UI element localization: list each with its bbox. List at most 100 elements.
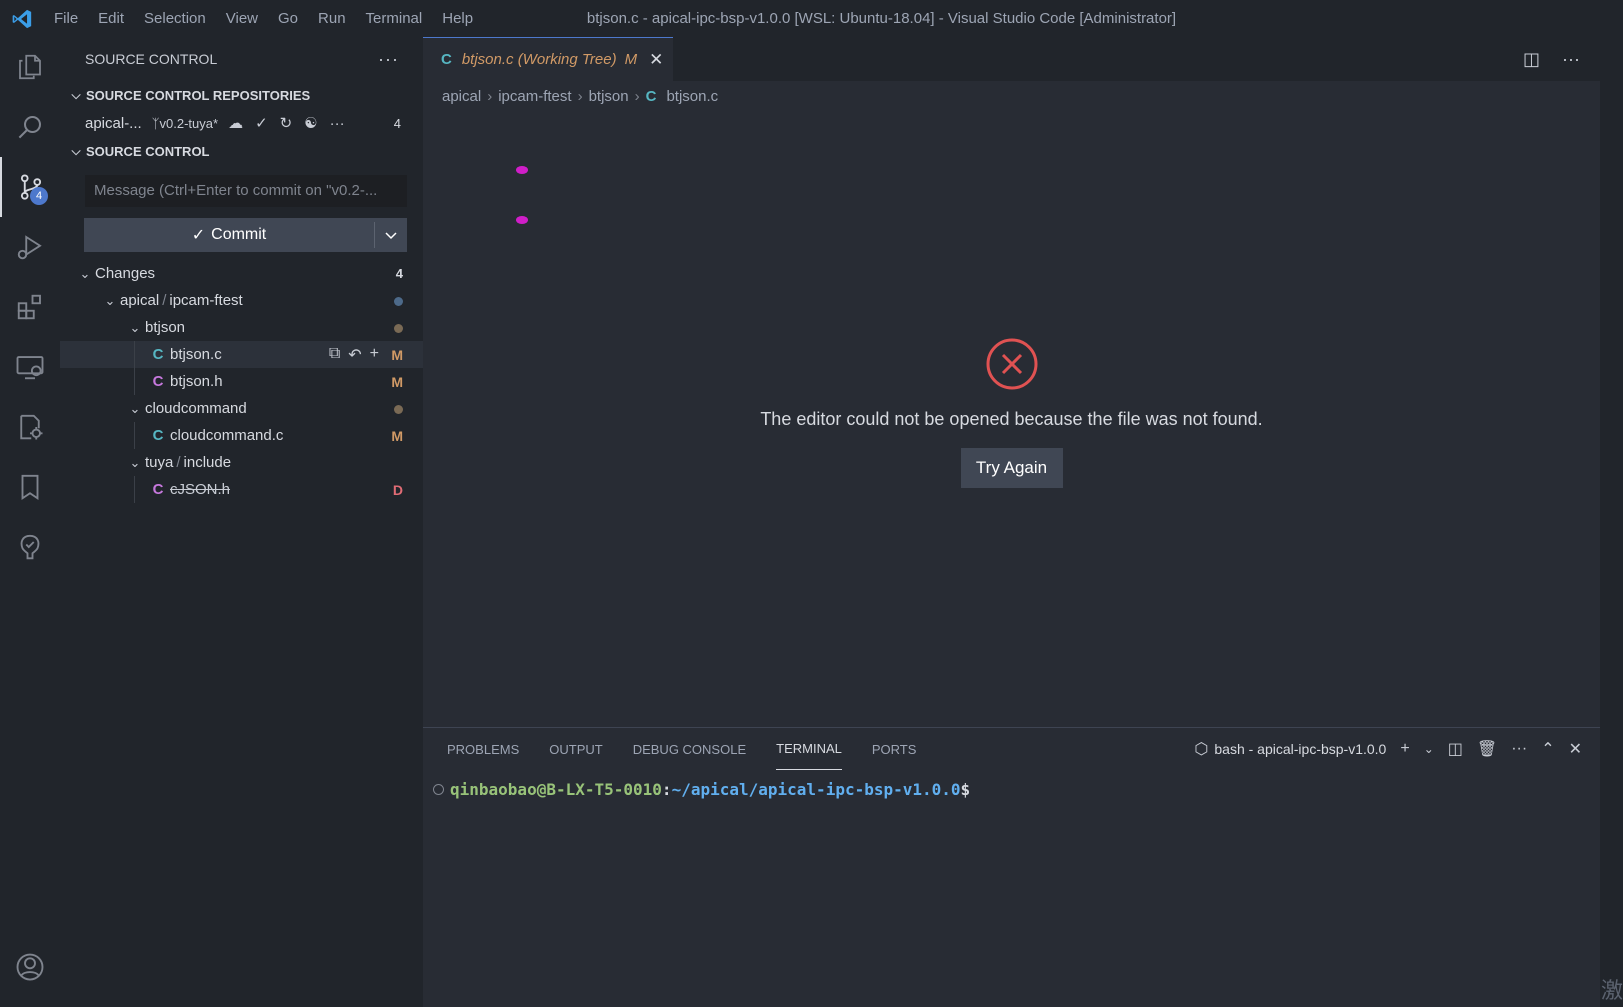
try-again-button[interactable]: Try Again: [960, 448, 1063, 488]
tree-folder[interactable]: ⌄ btjson: [60, 314, 423, 341]
tab-terminal[interactable]: TERMINAL: [776, 728, 842, 770]
refresh-icon[interactable]: ↻: [280, 114, 293, 132]
cursor-mark: [516, 166, 528, 174]
more-actions-icon[interactable]: ···: [378, 49, 399, 70]
editor-more-icon[interactable]: ···: [1562, 49, 1580, 70]
tab-problems[interactable]: PROBLEMS: [447, 728, 519, 770]
source-control-icon[interactable]: 4: [0, 157, 60, 217]
branch-indicator[interactable]: ᛉv0.2-tuya*: [152, 116, 218, 131]
discard-changes-icon[interactable]: ↶: [348, 345, 361, 365]
changes-tree: ⌄ Changes 4 ⌄ apical / ipcam-ftest ⌄ btjso…: [60, 260, 423, 503]
c-file-icon: C: [152, 427, 164, 444]
repository-name: apical-...: [85, 114, 142, 132]
search-icon[interactable]: [0, 97, 60, 157]
menu-help[interactable]: Help: [432, 0, 483, 37]
extensions-icon[interactable]: [0, 277, 60, 337]
tab-ports[interactable]: PORTS: [872, 728, 917, 770]
editor-actions: ◫ ···: [1523, 37, 1580, 81]
test-icon[interactable]: [0, 517, 60, 577]
chevron-down-icon: [385, 232, 397, 240]
chevron-down-icon: ⌵: [71, 87, 81, 102]
split-editor-icon[interactable]: ◫: [1523, 49, 1540, 70]
tab-output[interactable]: OUTPUT: [549, 728, 602, 770]
chevron-down-icon[interactable]: ⌄: [1424, 742, 1434, 756]
folder-label: apical / ipcam-ftest: [120, 292, 243, 309]
panel-actions: ⬡ bash - apical-ipc-bsp-v1.0.0 + ⌄ ◫ 🗑 ·…: [1194, 728, 1582, 770]
file-status: D: [392, 481, 403, 498]
repositories-section-header[interactable]: ⌵ SOURCE CONTROL REPOSITORIES: [60, 81, 423, 109]
vscode-logo-icon: [0, 0, 44, 37]
tree-file[interactable]: C btjson.h M: [60, 368, 423, 395]
settings-sync-icon[interactable]: [0, 397, 60, 457]
tab-btjson-working-tree[interactable]: C btjson.c (Working Tree) M ✕: [423, 37, 674, 81]
prompt-dollar: $: [960, 780, 971, 799]
tree-file[interactable]: C cJSON.h D: [60, 476, 423, 503]
menu-go[interactable]: Go: [268, 0, 308, 37]
commit-button[interactable]: ✓ Commit: [84, 218, 374, 252]
publish-cloud-icon[interactable]: ☁: [228, 114, 243, 132]
maximize-panel-icon[interactable]: ⌃: [1541, 739, 1554, 759]
commit-dropdown-button[interactable]: [375, 218, 407, 252]
repository-row[interactable]: apical-... ᛉv0.2-tuya* ☁ ✓ ↻ ☯ ··· 4: [60, 109, 423, 137]
trash-icon[interactable]: 🗑: [1477, 739, 1497, 759]
tree-folder[interactable]: ⌄ cloudcommand: [60, 395, 423, 422]
menu-file[interactable]: File: [44, 0, 88, 37]
breadcrumb-item[interactable]: apical: [442, 88, 481, 105]
new-terminal-icon[interactable]: +: [1400, 740, 1409, 758]
scm-badge: 4: [30, 187, 48, 205]
chevron-down-icon: ⌄: [129, 400, 141, 416]
indent-guide: [134, 422, 135, 449]
sidebar-header: SOURCE CONTROL ···: [60, 37, 423, 81]
branch-graph-icon[interactable]: ☯: [304, 114, 317, 132]
remote-explorer-icon[interactable]: [0, 337, 60, 397]
error-placeholder: The editor could not be opened because t…: [423, 337, 1600, 488]
panel-more-icon[interactable]: ···: [1511, 740, 1527, 758]
c-file-icon: C: [441, 51, 452, 68]
menu-view[interactable]: View: [216, 0, 268, 37]
bookmarks-icon[interactable]: [0, 457, 60, 517]
account-icon[interactable]: [0, 937, 60, 997]
chevron-right-icon: ›: [577, 87, 583, 105]
commit-message-input[interactable]: Message (Ctrl+Enter to commit on "v0.2-.…: [85, 175, 407, 207]
file-status: M: [391, 427, 403, 444]
chevron-down-icon: ⌄: [79, 265, 91, 281]
explorer-icon[interactable]: [0, 37, 60, 97]
repo-more-icon[interactable]: ···: [330, 115, 345, 132]
branch-name: v0.2-tuya*: [159, 115, 219, 131]
close-icon[interactable]: ✕: [649, 50, 663, 70]
row-actions: ⧉ ↶ +: [329, 345, 379, 365]
title-bar: File Edit Selection View Go Run Terminal…: [0, 0, 1623, 37]
scm-section-header[interactable]: ⌵ SOURCE CONTROL: [60, 137, 423, 165]
c-header-icon: C: [152, 481, 164, 498]
open-file-icon[interactable]: ⧉: [329, 345, 340, 365]
changes-count: 4: [395, 266, 403, 281]
breadcrumb-item[interactable]: btjson: [589, 88, 629, 105]
commit-check-icon[interactable]: ✓: [255, 114, 268, 132]
commit-label: Commit: [211, 226, 267, 243]
tab-debug-console[interactable]: DEBUG CONSOLE: [633, 728, 746, 770]
split-terminal-icon[interactable]: ◫: [1448, 739, 1463, 759]
tree-folder[interactable]: ⌄ apical / ipcam-ftest: [60, 287, 423, 314]
prompt-user: qinbaobao@B-LX-T5-0010: [450, 780, 662, 799]
file-label: btjson.c: [170, 346, 222, 363]
ime-indicator: 激: [1600, 978, 1623, 1003]
close-panel-icon[interactable]: ✕: [1569, 739, 1582, 759]
menu-run[interactable]: Run: [308, 0, 356, 37]
terminal-selector[interactable]: ⬡ bash - apical-ipc-bsp-v1.0.0: [1194, 739, 1386, 759]
stage-changes-icon[interactable]: +: [370, 345, 379, 365]
breadcrumb-item[interactable]: ipcam-ftest: [498, 88, 571, 105]
cursor-mark: [516, 216, 528, 224]
changes-label: Changes: [95, 265, 156, 282]
tree-file[interactable]: C cloudcommand.c M: [60, 422, 423, 449]
c-file-icon: C: [645, 87, 657, 105]
menu-selection[interactable]: Selection: [134, 0, 216, 37]
run-debug-icon[interactable]: [0, 217, 60, 277]
menu-edit[interactable]: Edit: [88, 0, 134, 37]
changes-group[interactable]: ⌄ Changes 4: [60, 260, 423, 287]
terminal-output[interactable]: qinbaobao@B-LX-T5-0010: ~/apical/apical-i…: [423, 770, 1600, 799]
breadcrumb-item[interactable]: btjson.c: [666, 88, 718, 105]
error-message: The editor could not be opened because t…: [760, 409, 1263, 429]
tree-file[interactable]: C btjson.c ⧉ ↶ + M: [60, 341, 423, 368]
menu-terminal[interactable]: Terminal: [356, 0, 433, 37]
tree-folder[interactable]: ⌄ tuya / include: [60, 449, 423, 476]
